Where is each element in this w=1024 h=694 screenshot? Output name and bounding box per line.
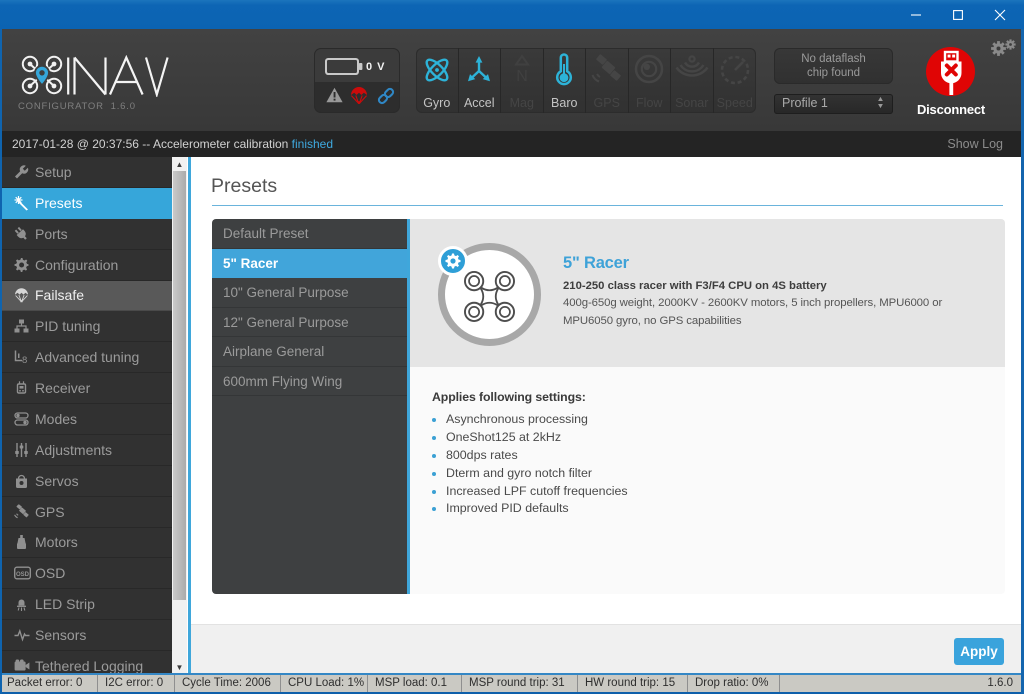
svg-text:OSD: OSD: [16, 572, 30, 578]
svg-text:N: N: [516, 68, 528, 85]
svg-text:8: 8: [22, 355, 27, 365]
